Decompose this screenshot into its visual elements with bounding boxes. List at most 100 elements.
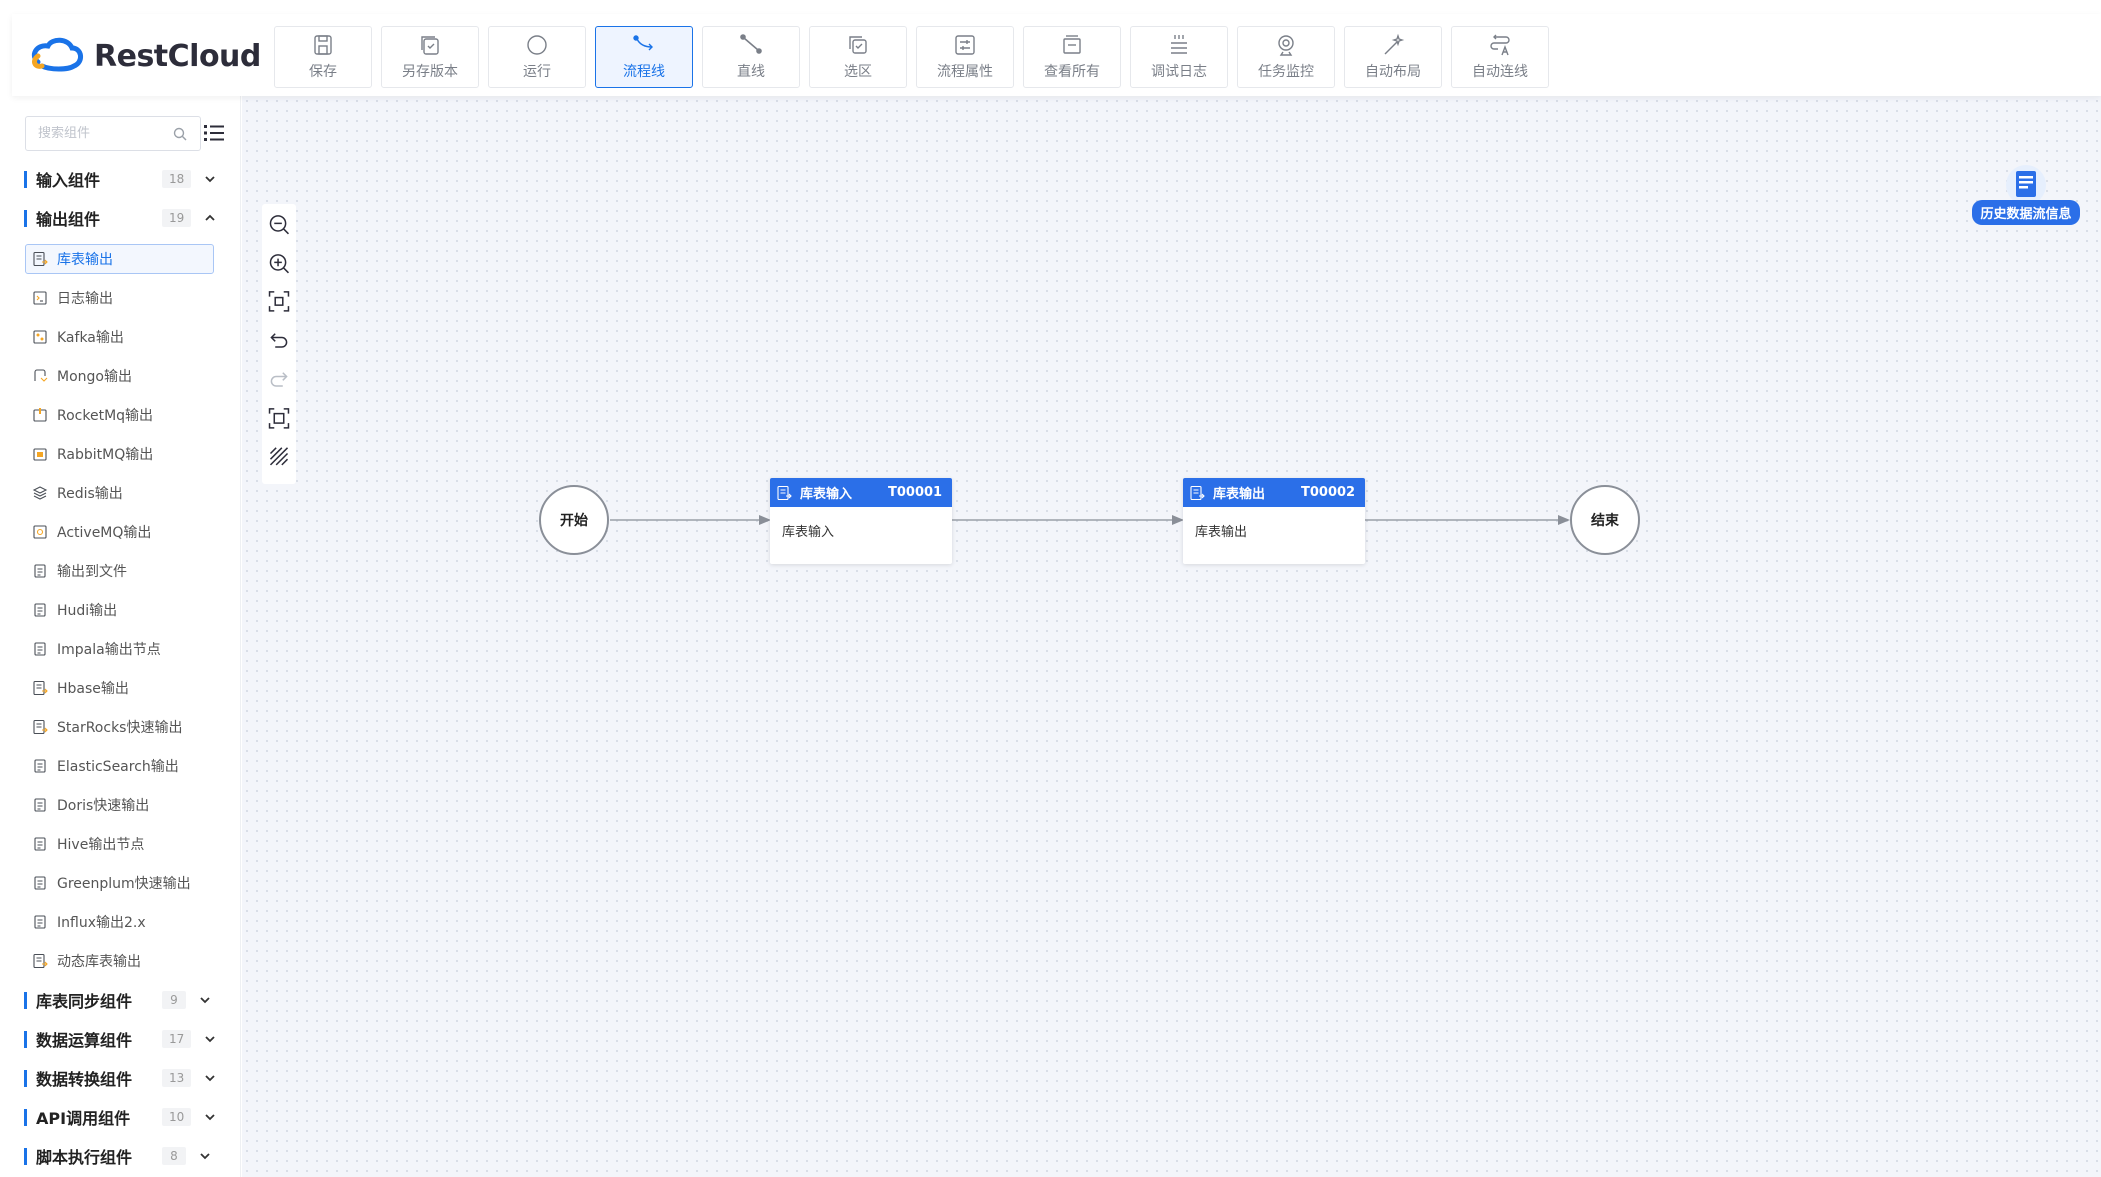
task-node-id: T00002 [1301,485,1356,500]
component-item-hive-output[interactable]: Hive输出节点 [25,829,214,859]
component-item-elasticsearch-output[interactable]: ElasticSearch输出 [25,751,214,781]
straight-line-button[interactable]: 直线 [702,26,800,88]
file-output-icon [34,564,46,578]
start-node-label: 开始 [560,513,588,529]
task-node-header: 库表输入 T00001 [770,478,952,507]
list-view-icon[interactable] [203,122,225,144]
auto-layout-label: 自动布局 [1365,64,1421,80]
component-item-hbase-output[interactable]: Hbase输出 [25,673,214,703]
toolbar: 保存 另存版本 运行 流程线 直线 选区 流程属性 查看所有 调试日志 任务监控… [274,26,1558,88]
hive-output-icon [34,837,46,851]
component-search [25,116,201,151]
component-item-log-output[interactable]: 日志输出 [25,283,214,313]
task-node-body: 库表输出 [1195,525,1248,540]
group-count: 10 [162,1108,192,1126]
chevron-up-icon[interactable] [203,211,217,225]
run-button[interactable]: 运行 [488,26,586,88]
selection-button[interactable]: 选区 [809,26,907,88]
component-item-label: Mongo输出 [57,369,132,385]
component-item-starrocks-output[interactable]: StarRocks快速输出 [25,712,214,742]
chevron-down-icon[interactable] [203,1110,217,1124]
component-item-impala-output[interactable]: Impala输出节点 [25,634,214,664]
end-node[interactable]: 结束 [1570,485,1640,555]
task-node-table-input[interactable]: 库表输入 T00001 库表输入 [770,478,952,564]
component-item-redis-output[interactable]: Redis输出 [25,478,214,508]
component-item-greenplum-output[interactable]: Greenplum快速输出 [25,868,214,898]
component-item-rocketmq-output[interactable]: RocketMq输出 [25,400,214,430]
flow-connections [610,515,1570,525]
starrocks-output-icon [33,719,48,735]
component-item-doris-output[interactable]: Doris快速输出 [25,790,214,820]
history-data-flow-button[interactable]: 历史数据流信息 [1968,164,2084,228]
task-monitor-icon [1278,35,1294,56]
auto-layout-button[interactable]: 自动布局 [1344,26,1442,88]
save-button[interactable]: 保存 [274,26,372,88]
component-item-kafka-output[interactable]: Kafka输出 [25,322,214,352]
rocketmq-output-icon [33,408,47,422]
group-count: 9 [162,991,186,1009]
component-item-label: Greenplum快速输出 [57,876,191,892]
component-item-influx-output[interactable]: Influx输出2.x [25,907,214,937]
hudi-output-icon [34,603,46,617]
component-item-hudi-output[interactable]: Hudi输出 [25,595,214,625]
task-monitor-button[interactable]: 任务监控 [1237,26,1335,88]
auto-connect-label: 自动连线 [1472,64,1528,80]
group-table-sync-components[interactable]: 库表同步组件 9 [24,989,219,1011]
save-version-button[interactable]: 另存版本 [381,26,479,88]
component-item-file-output[interactable]: 输出到文件 [25,556,214,586]
chevron-down-icon[interactable] [203,1032,217,1046]
save-label: 保存 [309,64,337,80]
restcloud-logo-icon [31,37,83,72]
group-data-transform-components[interactable]: 数据转换组件 13 [24,1067,219,1089]
task-monitor-label: 任务监控 [1258,64,1314,80]
component-item-label: Doris快速输出 [57,798,150,814]
group-output-components[interactable]: 输出组件 19 [24,207,219,229]
search-icon[interactable] [172,126,188,142]
chevron-down-icon[interactable] [198,1149,212,1163]
debug-log-button[interactable]: 调试日志 [1130,26,1228,88]
task-node-table-output[interactable]: 库表输出 T00002 库表输出 [1183,478,1365,564]
view-all-button[interactable]: 查看所有 [1023,26,1121,88]
activemq-output-icon [33,525,47,539]
chevron-down-icon[interactable] [203,1071,217,1085]
task-node-header: 库表输出 T00002 [1183,478,1365,507]
group-count: 17 [162,1030,192,1048]
logo-text: RestCloud [94,38,261,74]
group-count: 13 [162,1069,192,1087]
save-version-icon [421,36,439,55]
component-item-label: Hudi输出 [57,603,118,619]
group-count: 18 [162,170,192,188]
component-sidebar: 输入组件 18 输出组件 19 库表输出 日志输出 Kafka输出 Mongo输… [0,96,241,1177]
auto-connect-button[interactable]: 自动连线 [1451,26,1549,88]
group-name: 数据运算组件 [36,1031,133,1050]
chevron-down-icon[interactable] [203,172,217,186]
component-item-mongo-output[interactable]: Mongo输出 [25,361,214,391]
redis-output-icon [32,486,48,500]
log-output-icon [33,291,47,305]
chevron-down-icon[interactable] [198,993,212,1007]
group-name: 输入组件 [36,171,101,190]
component-item-rabbitmq-output[interactable]: RabbitMQ输出 [25,439,214,469]
group-name: 输出组件 [36,210,101,229]
component-search-input[interactable] [38,126,168,141]
component-item-dynamic-table-output[interactable]: 动态库表输出 [25,946,214,976]
start-node[interactable]: 开始 [539,485,609,555]
component-item-activemq-output[interactable]: ActiveMQ输出 [25,517,214,547]
flow-line-icon [633,35,653,51]
task-node-id: T00001 [888,485,943,500]
component-item-label: ElasticSearch输出 [57,759,179,775]
group-api-call-components[interactable]: API调用组件 10 [24,1106,219,1128]
group-marker [24,1147,27,1165]
group-input-components[interactable]: 输入组件 18 [24,168,219,190]
table-input-icon [777,485,792,500]
flow-line-button[interactable]: 流程线 [595,26,693,88]
component-item-label: StarRocks快速输出 [57,720,183,736]
component-item-label: 输出到文件 [57,564,127,580]
component-item-label: Hive输出节点 [57,837,145,853]
component-item-table-output[interactable]: 库表输出 [25,244,214,274]
flow-canvas[interactable]: 开始 结束 库表输入 T00001 库表输入 库表输出 T00002 库表输出 … [242,96,2101,1177]
group-data-compute-components[interactable]: 数据运算组件 17 [24,1028,219,1050]
flow-properties-button[interactable]: 流程属性 [916,26,1014,88]
group-count: 19 [162,209,192,227]
group-script-exec-components[interactable]: 脚本执行组件 8 [24,1145,219,1167]
